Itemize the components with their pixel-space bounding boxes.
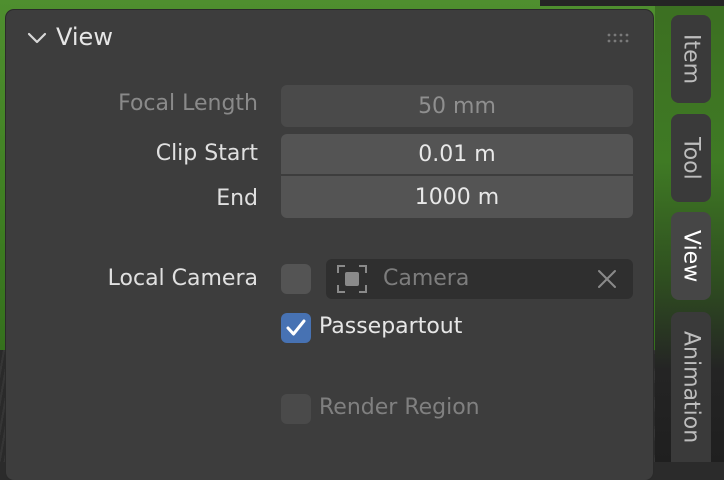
tab-item[interactable]: Item — [671, 15, 711, 103]
render-region-label[interactable]: Render Region — [319, 395, 480, 420]
chevron-down-icon[interactable] — [26, 29, 48, 47]
header-strip — [540, 0, 724, 6]
clip-end-field[interactable]: 1000 m — [281, 176, 633, 218]
tab-item-label: Item — [678, 33, 704, 85]
checkmark-icon — [286, 319, 306, 336]
panel-header[interactable]: View — [6, 10, 653, 66]
tab-animation-label: Animation — [678, 330, 704, 444]
local-camera-checkbox[interactable] — [281, 264, 311, 294]
tab-tool[interactable]: Tool — [671, 114, 711, 202]
view-panel: View Focal Length 50 mm Clip Start 0.01 … — [6, 10, 653, 480]
panel-title: View — [56, 23, 113, 51]
focal-length-field[interactable]: 50 mm — [281, 85, 633, 127]
camera-selector[interactable]: Camera — [326, 259, 633, 299]
camera-placeholder: Camera — [383, 266, 470, 291]
tab-view-label: View — [678, 229, 704, 283]
passepartout-label[interactable]: Passepartout — [319, 314, 462, 339]
passepartout-checkbox[interactable] — [281, 313, 311, 343]
tab-tool-label: Tool — [678, 136, 704, 180]
close-icon[interactable] — [596, 268, 618, 290]
object-data-icon — [337, 265, 367, 293]
focal-length-label: Focal Length — [118, 91, 258, 116]
tab-animation[interactable]: Animation — [671, 312, 711, 462]
clip-start-field[interactable]: 0.01 m — [281, 134, 633, 174]
tab-view[interactable]: View — [671, 212, 711, 300]
clip-start-label: Clip Start — [155, 141, 258, 166]
clip-end-label: End — [216, 186, 258, 211]
render-region-checkbox[interactable] — [281, 394, 311, 424]
drag-grip-icon[interactable] — [606, 32, 632, 46]
local-camera-label: Local Camera — [107, 266, 258, 291]
